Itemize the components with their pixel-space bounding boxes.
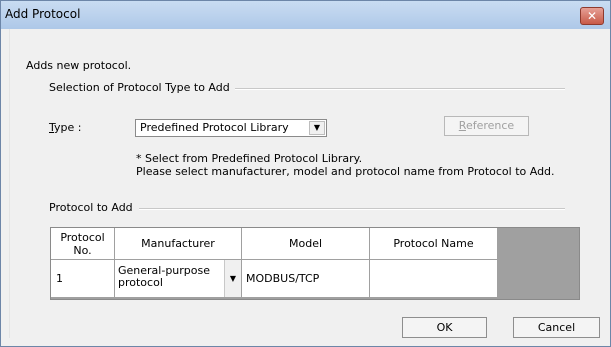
intro-text: Adds new protocol. (26, 59, 132, 72)
reference-button[interactable]: Reference (444, 116, 529, 136)
protocol-group-line (139, 208, 565, 210)
chevron-down-icon[interactable]: ▼ (309, 121, 325, 135)
header-protocol-name: Protocol Name (370, 228, 498, 260)
protocol-to-add-title: Protocol to Add (49, 201, 133, 214)
row-protocol-name[interactable] (370, 260, 498, 298)
header-protocol-no: Protocol No. (51, 228, 115, 260)
close-button[interactable]: ✕ (580, 7, 604, 25)
close-icon: ✕ (586, 9, 598, 23)
header-model: Model (242, 228, 370, 260)
chevron-down-icon[interactable]: ▼ (224, 260, 241, 297)
type-select[interactable]: Predefined Protocol Library ▼ (135, 119, 327, 137)
type-select-value: Predefined Protocol Library (140, 121, 289, 134)
type-label: Type : (49, 121, 82, 134)
header-manufacturer: Manufacturer (115, 228, 242, 260)
note-line-1: * Select from Predefined Protocol Librar… (136, 152, 363, 165)
row-model[interactable]: MODBUS/TCP (242, 260, 370, 298)
cancel-button[interactable]: Cancel (513, 317, 600, 338)
protocol-table: Protocol No. Manufacturer Model Protocol… (50, 227, 580, 300)
row-protocol-no[interactable]: 1 (51, 260, 115, 298)
window-title: Add Protocol (5, 7, 81, 21)
note-line-2: Please select manufacturer, model and pr… (136, 165, 555, 178)
title-bar: Add Protocol ✕ (1, 1, 610, 29)
selection-group-line (235, 88, 565, 90)
row-manufacturer-select[interactable]: General-purpose protocol ▼ (115, 260, 242, 298)
selection-group-title: Selection of Protocol Type to Add (49, 81, 230, 94)
ok-button[interactable]: OK (402, 317, 487, 338)
